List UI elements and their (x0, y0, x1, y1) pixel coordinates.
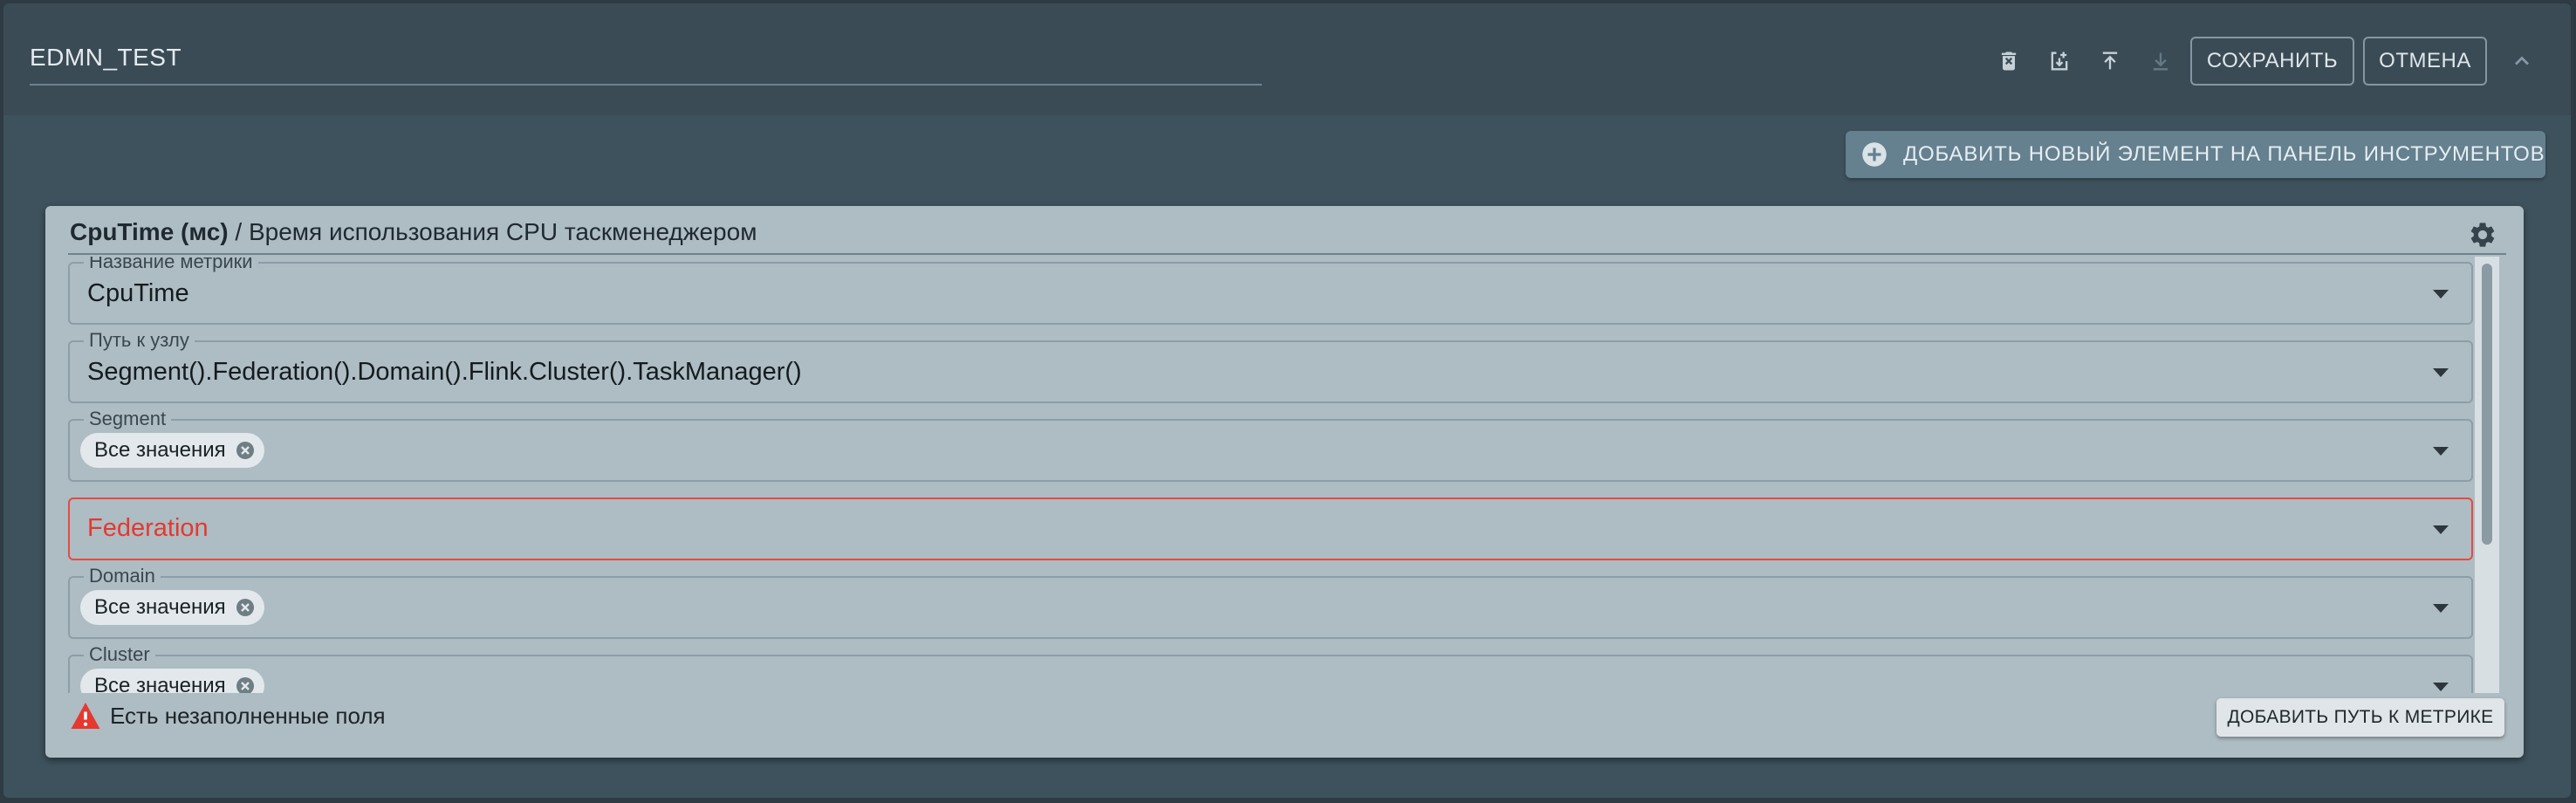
metric-fields: Название метрики CpuTime Путь к узлу Seg… (68, 257, 2473, 693)
save-button[interactable]: СОХРАНИТЬ (2190, 37, 2354, 86)
metric-card-title: CpuTime (мс) / Время использования CPU т… (70, 218, 757, 246)
delete-button[interactable] (1991, 44, 2026, 79)
scrollbar-thumb[interactable] (2482, 264, 2492, 545)
cancel-button[interactable]: ОТМЕНА (2363, 37, 2487, 86)
gear-icon[interactable] (2468, 220, 2497, 250)
import-button[interactable] (2042, 44, 2077, 79)
field-label: Domain (84, 565, 161, 587)
chip-label: Все значения (94, 595, 226, 619)
segment-select[interactable]: Segment Все значения (68, 408, 2473, 482)
chip-remove-icon[interactable] (235, 597, 256, 618)
field-label: Cluster (84, 643, 155, 666)
dropdown-arrow-icon[interactable] (2433, 604, 2449, 613)
download-icon (2153, 52, 2168, 71)
dropdown-arrow-icon[interactable] (2433, 525, 2449, 534)
card-divider (68, 253, 2506, 255)
field-value: CpuTime (87, 279, 189, 307)
field-value: Segment().Federation().Domain().Flink.Cl… (87, 358, 802, 386)
upload-icon (2102, 51, 2118, 70)
all-values-chip[interactable]: Все значения (80, 669, 264, 693)
dashboard-title-input[interactable]: EDMN_TEST (30, 44, 182, 71)
warning-text: Есть незаполненные поля (110, 702, 386, 729)
dropdown-arrow-icon[interactable] (2433, 290, 2449, 299)
dashboard-editor: EDMN_TEST СОХРАНИТЬ ОТМЕНА ДОБАВИТЬ НОВЫ… (3, 3, 2571, 798)
collapse-button[interactable] (2504, 44, 2539, 79)
import-icon (2051, 51, 2068, 71)
validation-warning: Есть незаполненные поля (70, 700, 386, 731)
chip-remove-icon[interactable] (235, 440, 256, 461)
field-placeholder: Federation (87, 514, 209, 542)
dashboard-title-field[interactable]: EDMN_TEST (30, 40, 1262, 86)
add-toolbar-item-label: ДОБАВИТЬ НОВЫЙ ЭЛЕМЕНТ НА ПАНЕЛЬ ИНСТРУМ… (1903, 142, 2545, 166)
metric-title-description: / Время использования CPU таскменеджером (228, 218, 757, 245)
federation-select[interactable]: Federation (68, 498, 2473, 560)
field-label: Путь к узлу (84, 329, 195, 352)
metric-card: CpuTime (мс) / Время использования CPU т… (45, 206, 2524, 758)
add-toolbar-item-button[interactable]: ДОБАВИТЬ НОВЫЙ ЭЛЕМЕНТ НА ПАНЕЛЬ ИНСТРУМ… (1846, 131, 2545, 178)
warning-icon (71, 703, 100, 729)
upload-button[interactable] (2093, 44, 2127, 79)
fields-scrollbar[interactable] (2475, 257, 2499, 693)
metric-name-select[interactable]: Название метрики CpuTime (68, 257, 2473, 325)
all-values-chip[interactable]: Все значения (80, 590, 264, 625)
download-button[interactable] (2143, 44, 2178, 79)
cluster-select[interactable]: Cluster Все значения (68, 643, 2473, 693)
chip-remove-icon[interactable] (235, 676, 256, 693)
dropdown-arrow-icon[interactable] (2433, 683, 2449, 691)
all-values-chip[interactable]: Все значения (80, 433, 264, 468)
add-circle-icon (1862, 142, 1887, 167)
node-path-select[interactable]: Путь к узлу Segment().Federation().Domai… (68, 329, 2473, 403)
domain-select[interactable]: Domain Все значения (68, 565, 2473, 639)
chip-label: Все значения (94, 438, 226, 462)
dropdown-arrow-icon[interactable] (2433, 368, 2449, 377)
editor-toolbar: EDMN_TEST СОХРАНИТЬ ОТМЕНА (3, 3, 2571, 115)
chip-label: Все значения (94, 674, 226, 693)
chevron-up-icon (2515, 56, 2529, 65)
field-label: Segment (84, 408, 172, 430)
dropdown-arrow-icon[interactable] (2433, 447, 2449, 456)
add-metric-path-button[interactable]: ДОБАВИТЬ ПУТЬ К МЕТРИКЕ (2216, 698, 2504, 737)
metric-title-bold: CpuTime (мс) (70, 218, 229, 245)
field-label: Название метрики (84, 257, 258, 273)
delete-icon (2001, 51, 2017, 71)
